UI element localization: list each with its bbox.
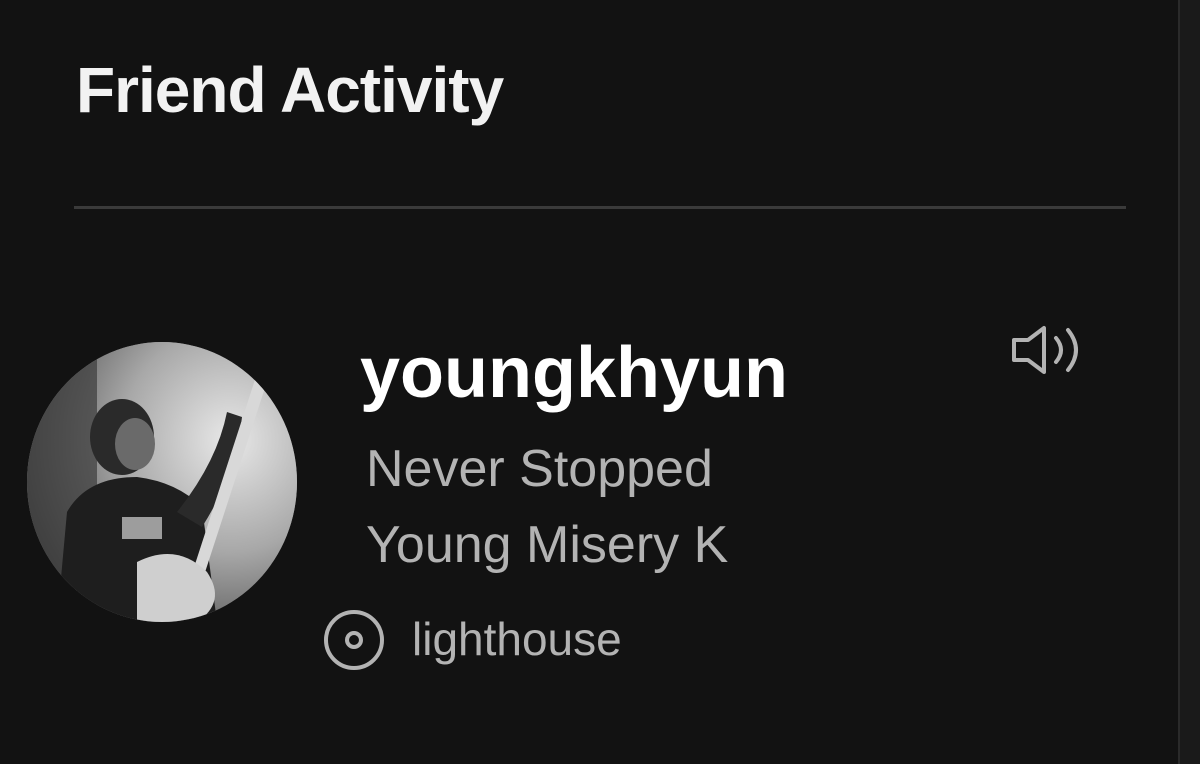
friend-avatar[interactable] [27,342,297,622]
divider [74,206,1126,209]
scrollbar-track[interactable] [1178,0,1200,764]
speaker-icon [1012,326,1078,374]
friend-username[interactable]: youngkhyun [360,330,788,416]
disc-icon [324,610,384,670]
friend-activity-panel: Friend Activity youngkhyun Never Stopped… [0,0,1200,764]
artist-name[interactable]: Young Misery K [366,514,728,576]
context-label: lighthouse [412,613,622,666]
playlist-context[interactable]: lighthouse [322,608,622,672]
panel-title: Friend Activity [76,54,504,126]
track-title[interactable]: Never Stopped [366,438,713,500]
avatar-photo-icon [27,342,297,622]
